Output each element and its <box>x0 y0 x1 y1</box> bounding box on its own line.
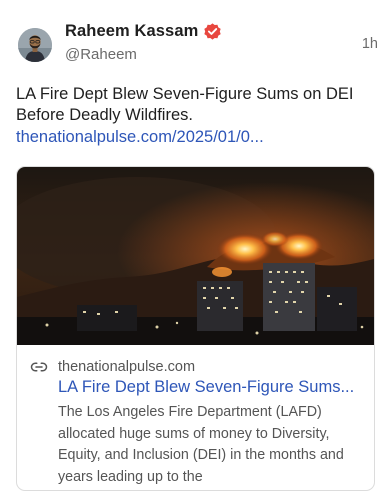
link-preview-image[interactable] <box>17 167 374 345</box>
post-timestamp[interactable]: 1h <box>362 36 378 52</box>
name-row: Raheem Kassam <box>65 22 222 41</box>
link-preview-card[interactable]: thenationalpulse.com LA Fire Dept Blew S… <box>16 166 375 491</box>
user-handle[interactable]: @Raheem <box>65 46 137 63</box>
link-icon <box>30 358 48 376</box>
card-description: The Los Angeles Fire Department (LAFD) a… <box>58 404 344 485</box>
post-header: Raheem Kassam @Raheem 1h <box>18 22 378 66</box>
verified-badge-icon <box>203 22 222 41</box>
card-title[interactable]: LA Fire Dept Blew Seven-Figure Sums... <box>58 377 364 398</box>
post-link[interactable]: thenationalpulse.com/2025/01/0... <box>16 127 376 148</box>
post-item[interactable]: Raheem Kassam @Raheem 1h LA Fire Dept Bl… <box>0 0 392 500</box>
card-domain-row: thenationalpulse.com <box>30 358 195 376</box>
display-name[interactable]: Raheem Kassam <box>65 22 198 41</box>
card-domain: thenationalpulse.com <box>58 359 196 375</box>
avatar[interactable] <box>18 28 52 62</box>
post-text: LA Fire Dept Blew Seven-Figure Sums on D… <box>16 85 354 124</box>
link-preview-body: thenationalpulse.com LA Fire Dept Blew S… <box>17 345 374 490</box>
